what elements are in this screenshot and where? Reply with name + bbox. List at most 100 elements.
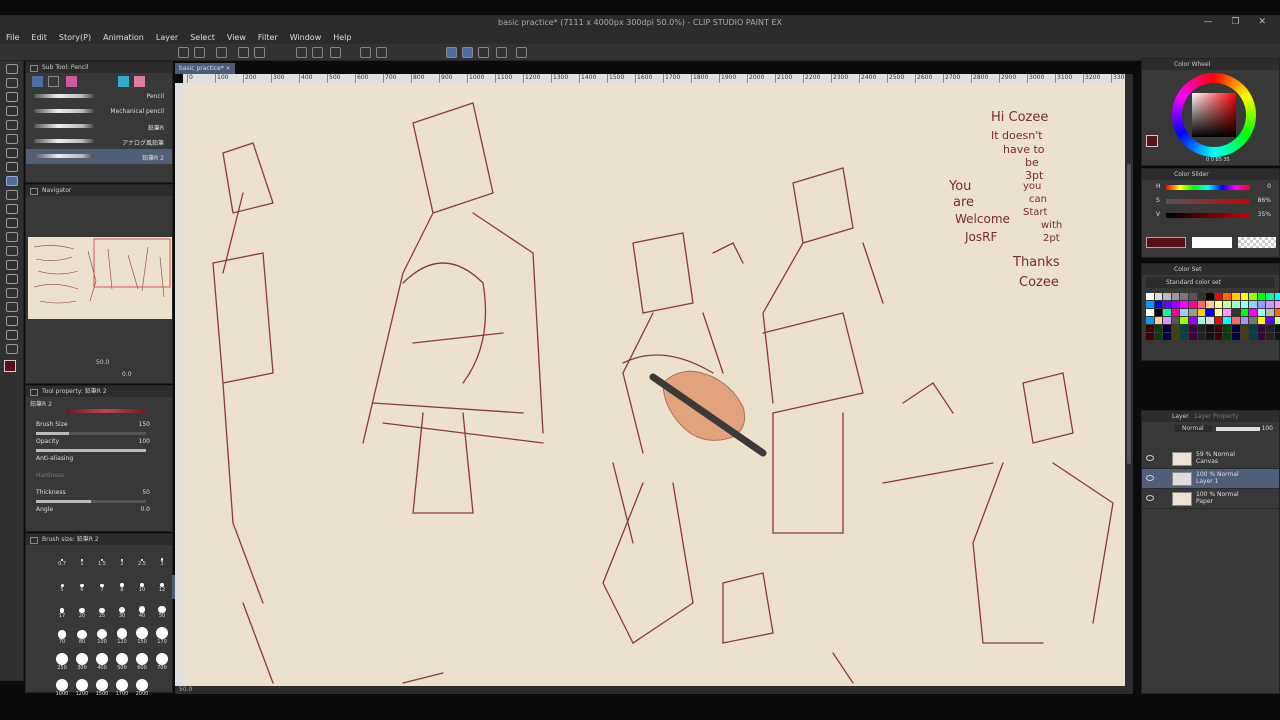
palette-swatch[interactable] xyxy=(1257,309,1266,316)
pen-tool-icon[interactable] xyxy=(5,162,18,172)
frame-tool-icon[interactable] xyxy=(5,288,18,298)
palette-swatch[interactable] xyxy=(1171,317,1180,324)
brush-size-option[interactable]: 25 xyxy=(92,601,112,625)
palette-swatch[interactable] xyxy=(1274,333,1280,340)
palette-swatch[interactable] xyxy=(1249,301,1257,308)
palette-swatch[interactable] xyxy=(1197,333,1206,340)
layer-row-paper[interactable]: 100 % Normal Paper xyxy=(1142,489,1279,509)
palette-swatch[interactable] xyxy=(1197,317,1206,324)
main-color-chip[interactable] xyxy=(1146,135,1158,147)
palette-swatch[interactable] xyxy=(1163,317,1171,324)
eraser-tool-icon[interactable] xyxy=(5,218,18,228)
brush-item[interactable]: アナログ風鉛筆 xyxy=(26,134,172,149)
brush-size-option[interactable]: 150 xyxy=(132,627,152,651)
brush-size-option[interactable]: 1500 xyxy=(92,679,112,703)
eyedropper-icon[interactable] xyxy=(5,148,18,158)
palette-swatch[interactable] xyxy=(1274,293,1280,300)
menu-animation[interactable]: Animation xyxy=(103,33,144,42)
menu-file[interactable]: File xyxy=(6,33,19,42)
palette-swatch[interactable] xyxy=(1214,333,1223,340)
brush-size-option[interactable]: 40 xyxy=(132,601,152,625)
snap-grid-icon[interactable] xyxy=(478,47,489,58)
palette-swatch[interactable] xyxy=(1163,293,1171,300)
layer-row-layer1[interactable]: 100 % Normal Layer 1 xyxy=(1142,469,1279,489)
palette-swatch[interactable] xyxy=(1214,301,1223,308)
lasso-tool-icon[interactable] xyxy=(5,120,18,130)
figure-tool-icon[interactable] xyxy=(5,274,18,284)
brush-size-option[interactable]: 5 xyxy=(52,575,72,599)
brush-size-option[interactable]: 250 xyxy=(52,653,72,677)
blend-tool-icon[interactable] xyxy=(5,232,18,242)
palette-swatch[interactable] xyxy=(1249,317,1257,324)
text-tool-icon[interactable] xyxy=(5,316,18,326)
value-slider[interactable]: V 35% xyxy=(1142,208,1279,222)
brush-size-option[interactable]: 50 xyxy=(152,601,172,625)
layer-opacity-value[interactable]: 100 xyxy=(1262,425,1273,432)
brush-size-option[interactable]: 500 xyxy=(112,653,132,677)
palette-swatch[interactable] xyxy=(1206,293,1214,300)
palette-swatch[interactable] xyxy=(1171,333,1180,340)
palette-swatch[interactable] xyxy=(1163,301,1171,308)
palette-swatch[interactable] xyxy=(1266,309,1274,316)
menu-icon[interactable] xyxy=(178,47,189,58)
brush-item-selected[interactable]: 鉛筆R 2 xyxy=(26,149,172,164)
menu-story[interactable]: Story(P) xyxy=(59,33,91,42)
antialias-setting[interactable]: Anti-aliasing xyxy=(26,453,172,470)
palette-swatch[interactable] xyxy=(1214,309,1223,316)
brush-size-option[interactable]: 1700 xyxy=(112,679,132,703)
brush-size-option[interactable]: 10 xyxy=(132,575,152,599)
marker-tab-icon[interactable] xyxy=(66,76,77,87)
brush-size-option[interactable]: 12 xyxy=(152,575,172,599)
color-palette[interactable] xyxy=(1142,290,1280,343)
auto-select-icon[interactable] xyxy=(5,134,18,144)
palette-swatch[interactable] xyxy=(1206,309,1214,316)
palette-swatch[interactable] xyxy=(1266,325,1274,332)
palette-swatch[interactable] xyxy=(1197,301,1206,308)
palette-swatch[interactable] xyxy=(1257,301,1266,308)
brush-size-option[interactable]: 0.7 xyxy=(52,549,72,573)
menu-help[interactable]: Help xyxy=(333,33,351,42)
brush-size-option[interactable]: 17 xyxy=(52,601,72,625)
palette-swatch[interactable] xyxy=(1188,301,1197,308)
palette-swatch[interactable] xyxy=(1240,325,1249,332)
palette-swatch[interactable] xyxy=(1223,309,1231,316)
palette-swatch[interactable] xyxy=(1163,309,1171,316)
palette-swatch[interactable] xyxy=(1197,293,1206,300)
opacity-slider[interactable]: Opacity 100 xyxy=(26,436,172,453)
settings-icon[interactable] xyxy=(516,47,527,58)
palette-swatch[interactable] xyxy=(1214,293,1223,300)
snap-ruler-icon[interactable] xyxy=(446,47,457,58)
palette-swatch[interactable] xyxy=(1154,333,1163,340)
palette-swatch[interactable] xyxy=(1154,301,1163,308)
balloon-tool-icon[interactable] xyxy=(5,330,18,340)
palette-swatch[interactable] xyxy=(1249,293,1257,300)
shade-tab-icon[interactable] xyxy=(134,76,145,87)
palette-swatch[interactable] xyxy=(1240,293,1249,300)
brush-size-option[interactable]: 120 xyxy=(112,627,132,651)
palette-swatch[interactable] xyxy=(1231,293,1240,300)
hand-tool-icon[interactable] xyxy=(5,78,18,88)
airbrush-tool-icon[interactable] xyxy=(5,204,18,214)
brush-size-option[interactable]: 8 xyxy=(112,575,132,599)
palette-swatch[interactable] xyxy=(1223,293,1231,300)
brush-size-option[interactable]: 600 xyxy=(132,653,152,677)
operation-tool-icon[interactable] xyxy=(5,92,18,102)
hue-ring[interactable] xyxy=(1172,73,1256,157)
palette-swatch[interactable] xyxy=(1146,317,1154,324)
palette-swatch[interactable] xyxy=(1214,317,1223,324)
palette-swatch[interactable] xyxy=(1180,333,1188,340)
undo-icon[interactable] xyxy=(296,47,307,58)
saturation-square[interactable] xyxy=(1192,93,1236,137)
palette-swatch[interactable] xyxy=(1171,301,1180,308)
ruler-tool-icon[interactable] xyxy=(5,302,18,312)
menu-window[interactable]: Window xyxy=(290,33,322,42)
thickness-slider[interactable]: Thickness 50 xyxy=(26,487,172,504)
layer-opacity-slider[interactable] xyxy=(1216,427,1260,431)
palette-swatch[interactable] xyxy=(1146,333,1154,340)
save-icon[interactable] xyxy=(238,47,249,58)
brush-size-option[interactable]: 80 xyxy=(72,627,92,651)
brush-size-option[interactable]: 1000 xyxy=(52,679,72,703)
palette-swatch[interactable] xyxy=(1154,325,1163,332)
transparent-swatch[interactable] xyxy=(1238,237,1276,248)
palette-swatch[interactable] xyxy=(1206,325,1214,332)
